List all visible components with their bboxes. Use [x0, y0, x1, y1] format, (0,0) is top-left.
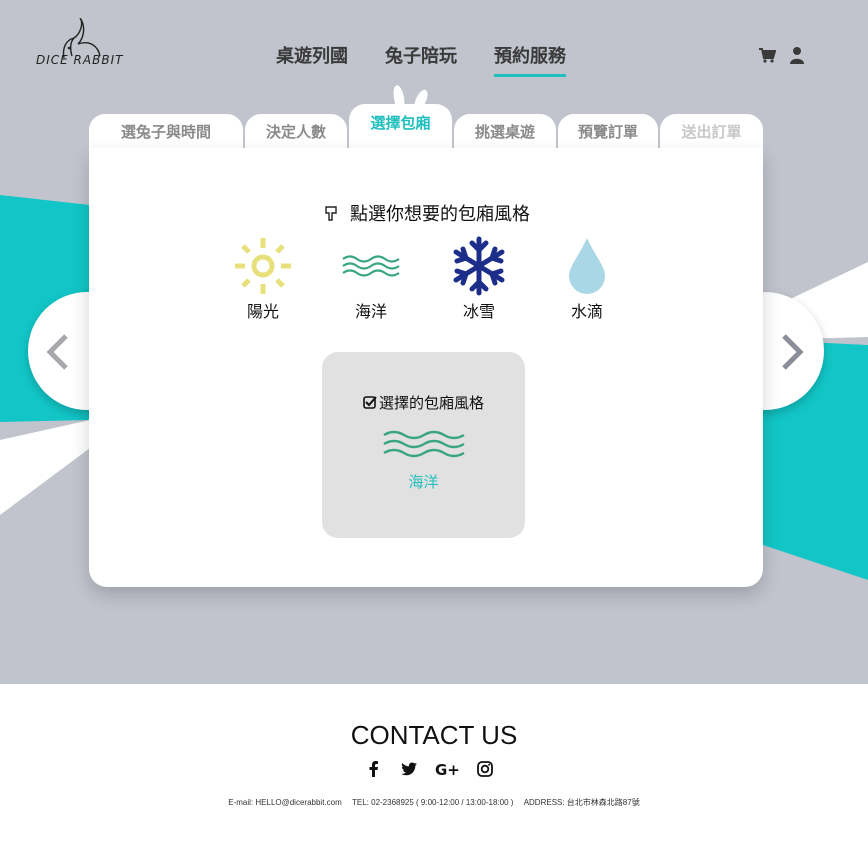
contact-email: E-mail: HELLO@dicerabbit.com [228, 798, 342, 807]
snowflake-icon [453, 236, 505, 296]
google-plus-icon[interactable]: G+ [435, 760, 460, 779]
contact-tel: TEL: 02-2368925 ( 9:00-12:00 / 13:00-18:… [352, 798, 514, 807]
contact-address: ADDRESS: 台北市林森北路87號 [523, 798, 640, 807]
nav-item-booking[interactable]: 預約服務 [494, 42, 566, 77]
room-option-label: 水滴 [570, 302, 603, 321]
room-prompt-text: 點選你想要的包廂風格 [350, 204, 530, 225]
nav-item-board-games[interactable]: 桌遊列國 [276, 42, 348, 77]
room-option-waterdrop[interactable]: 水滴 [551, 236, 623, 322]
selected-room-panel: 選擇的包廂風格 海洋 [322, 352, 525, 538]
room-option-label: 陽光 [246, 302, 279, 321]
facebook-icon[interactable] [365, 760, 383, 778]
nav-item-rabbit-companion[interactable]: 兔子陪玩 [385, 42, 457, 77]
contact-title: CONTACT US [350, 720, 518, 750]
cart-icon[interactable] [758, 46, 777, 64]
selected-room-title-text: 選擇的包廂風格 [378, 394, 484, 412]
room-option-ocean[interactable]: 海洋 [335, 236, 407, 322]
main-nav: 桌遊列國 兔子陪玩 預約服務 [276, 42, 603, 77]
waves-icon [382, 430, 465, 458]
instagram-icon[interactable] [476, 760, 494, 778]
room-selection-card: 點選你想要的包廂風格 陽光 海洋 冰雪 水滴 選擇的包廂風格 海洋 [89, 148, 763, 587]
room-option-sunshine[interactable]: 陽光 [227, 236, 299, 322]
header-icons [758, 46, 806, 64]
room-option-label: 海洋 [354, 302, 387, 321]
water-drop-icon [569, 238, 605, 294]
user-icon[interactable] [788, 46, 806, 64]
selected-room-title: 選擇的包廂風格 [322, 392, 525, 413]
chevron-left-icon [46, 334, 68, 370]
pointing-hand-icon [325, 206, 337, 221]
selected-room-value: 海洋 [408, 473, 439, 491]
checkbox-checked-icon [363, 396, 377, 409]
room-option-snow[interactable]: 冰雪 [443, 236, 515, 322]
contact-info: E-mail: HELLO@dicerabbit.com TEL: 02-236… [0, 797, 868, 808]
chevron-right-icon [782, 334, 804, 370]
brand-name: DICE RABBIT [36, 53, 124, 67]
waves-icon [342, 255, 400, 277]
twitter-icon[interactable] [400, 760, 418, 778]
svg-text:G+: G+ [435, 761, 459, 778]
sun-icon [235, 238, 291, 294]
social-links: G+ [365, 760, 494, 779]
room-prompt: 點選你想要的包廂風格 [89, 200, 763, 226]
tab-select-room[interactable]: 選擇包廂 [349, 104, 452, 154]
room-option-label: 冰雪 [462, 302, 495, 321]
